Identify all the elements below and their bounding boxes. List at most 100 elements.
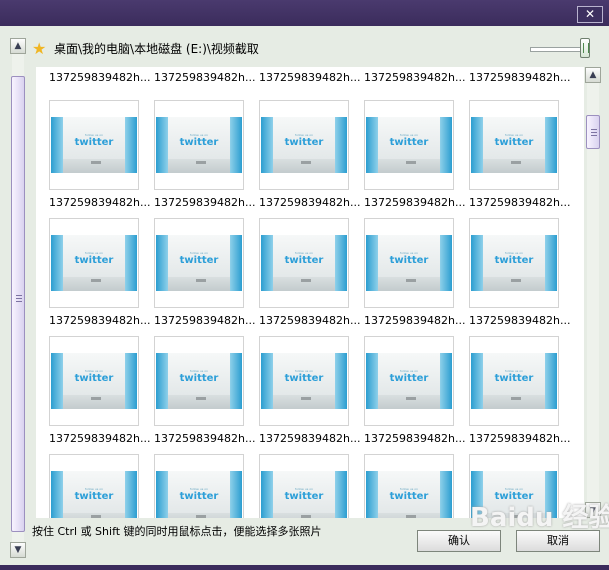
thumbnail-frame[interactable]: follow us on twitter [259, 218, 349, 308]
thumbnail-item[interactable]: follow us on twitter 137259839482h... [36, 218, 150, 336]
selection-hint: 按住 Ctrl 或 Shift 键的同时用鼠标点击，便能选择多张照片 [32, 525, 322, 538]
thumbnail-image: follow us on twitter [51, 117, 137, 173]
thumbnail-item[interactable]: follow us on twitter 137259839482h... [246, 218, 360, 336]
folder-path: 桌面\我的电脑\本地磁盘 (E:)\视频截取 [54, 42, 259, 56]
thumbnail-frame[interactable]: follow us on twitter [364, 100, 454, 190]
thumbnail-item[interactable]: follow us on twitter [36, 454, 141, 518]
thumbnail-image: follow us on twitter [366, 235, 452, 291]
thumbnail-image: follow us on twitter [51, 471, 137, 518]
thumbnail-frame[interactable]: follow us on twitter [364, 454, 454, 518]
watermark: Baidu 经验 [470, 503, 609, 533]
thumbnail-caption: 137259839482h... [49, 196, 151, 209]
thumbnail-frame[interactable]: follow us on twitter [469, 100, 559, 190]
thumbnail-image: follow us on twitter [261, 471, 347, 518]
thumbnail-item[interactable]: follow us on twitter 137259839482h... [456, 100, 570, 218]
zoom-slider-track[interactable] [530, 47, 584, 52]
thumbnail-item[interactable]: follow us on twitter 137259839482h... [141, 218, 255, 336]
twitter-logo-text: twitter [179, 491, 219, 502]
thumbnail-caption: 137259839482h... [364, 432, 466, 445]
thumbnail-image: follow us on twitter [51, 235, 137, 291]
twitter-logo-text: twitter [179, 137, 219, 148]
twitter-logo-text: twitter [494, 373, 534, 384]
thumbnail-frame[interactable]: follow us on twitter [49, 218, 139, 308]
thumbnail-frame[interactable]: follow us on twitter [364, 336, 454, 426]
thumbnail-item[interactable]: follow us on twitter 137259839482h... [141, 100, 255, 218]
left-scrollbar[interactable]: ▲ ▼ [10, 38, 26, 558]
thumbnail-item[interactable]: follow us on twitter 137259839482h... [36, 336, 150, 454]
scroll-down-button[interactable]: ▼ [10, 542, 26, 558]
thumbnail-item[interactable]: 137259839482h... [351, 67, 465, 93]
thumbnail-caption: 137259839482h... [154, 432, 256, 445]
twitter-logo-text: twitter [284, 373, 324, 384]
grid-scroll-thumb[interactable] [586, 115, 600, 149]
thumbnail-item[interactable]: follow us on twitter 137259839482h... [246, 100, 360, 218]
twitter-logo-text: twitter [494, 137, 534, 148]
thumbnail-item[interactable]: follow us on twitter [141, 454, 246, 518]
thumbnail-item[interactable]: 137259839482h... [456, 67, 570, 93]
thumbnail-image: follow us on twitter [471, 353, 557, 409]
thumbnail-caption: 137259839482h... [154, 196, 256, 209]
close-icon: ✕ [584, 7, 596, 21]
zoom-slider-handle[interactable] [580, 38, 590, 58]
twitter-logo-text: twitter [389, 255, 429, 266]
thumbnail-caption: 137259839482h... [469, 314, 571, 327]
thumbnail-frame[interactable]: follow us on twitter [154, 218, 244, 308]
thumbnail-caption: 137259839482h... [259, 196, 361, 209]
thumbnail-image: follow us on twitter [366, 117, 452, 173]
thumbnail-caption: 137259839482h... [154, 71, 256, 84]
star-icon[interactable]: ★ [32, 39, 46, 58]
thumbnail-caption: 137259839482h... [154, 314, 256, 327]
thumbnail-frame[interactable]: follow us on twitter [154, 100, 244, 190]
thumbnail-item[interactable]: 137259839482h... [36, 67, 150, 93]
thumbnail-caption: 137259839482h... [364, 314, 466, 327]
twitter-logo-text: twitter [494, 255, 534, 266]
thumbnail-image: follow us on twitter [366, 353, 452, 409]
scroll-thumb[interactable] [11, 76, 25, 532]
thumbnail-caption: 137259839482h... [259, 71, 361, 84]
thumbnail-caption: 137259839482h... [469, 196, 571, 209]
thumbnail-frame[interactable]: follow us on twitter [469, 336, 559, 426]
thumbnail-item[interactable]: 137259839482h... [141, 67, 255, 93]
grid-scroll-up-button[interactable]: ▲ [585, 67, 601, 83]
thumbnail-item[interactable]: follow us on twitter 137259839482h... [456, 336, 570, 454]
twitter-logo-text: twitter [179, 255, 219, 266]
twitter-logo-text: twitter [284, 491, 324, 502]
thumbnail-image: follow us on twitter [156, 471, 242, 518]
thumbnail-item[interactable]: follow us on twitter [246, 454, 351, 518]
thumbnail-item[interactable]: follow us on twitter 137259839482h... [456, 218, 570, 336]
twitter-logo-text: twitter [389, 373, 429, 384]
grid-scrollbar[interactable]: ▲ ▼ [585, 67, 601, 518]
path-bar: ★ 桌面\我的电脑\本地磁盘 (E:)\视频截取 [32, 37, 602, 59]
thumbnail-caption: 137259839482h... [469, 432, 571, 445]
thumbnail-image: follow us on twitter [156, 353, 242, 409]
thumbnail-frame[interactable]: follow us on twitter [259, 454, 349, 518]
thumbnail-caption: 137259839482h... [364, 71, 466, 84]
cancel-button[interactable]: 取消 [516, 530, 600, 552]
thumbnail-item[interactable]: follow us on twitter 137259839482h... [246, 336, 360, 454]
thumbnail-item[interactable]: follow us on twitter 137259839482h... [36, 100, 150, 218]
thumbnail-frame[interactable]: follow us on twitter [259, 100, 349, 190]
thumbnail-frame[interactable]: follow us on twitter [469, 218, 559, 308]
thumbnail-frame[interactable]: follow us on twitter [154, 454, 244, 518]
thumbnail-frame[interactable]: follow us on twitter [154, 336, 244, 426]
twitter-logo-text: twitter [74, 137, 114, 148]
scroll-up-button[interactable]: ▲ [10, 38, 26, 54]
thumbnail-frame[interactable]: follow us on twitter [364, 218, 454, 308]
thumbnail-frame[interactable]: follow us on twitter [49, 100, 139, 190]
twitter-logo-text: twitter [284, 137, 324, 148]
thumbnail-item[interactable]: follow us on twitter 137259839482h... [141, 336, 255, 454]
thumbnail-item[interactable]: follow us on twitter 137259839482h... [351, 336, 465, 454]
thumbnail-image: follow us on twitter [366, 471, 452, 518]
thumbnail-item[interactable]: follow us on twitter 137259839482h... [351, 218, 465, 336]
close-button[interactable]: ✕ [577, 6, 603, 23]
thumbnail-caption: 137259839482h... [259, 314, 361, 327]
thumbnail-item[interactable]: follow us on twitter [351, 454, 456, 518]
thumbnail-image: follow us on twitter [261, 117, 347, 173]
thumbnail-item[interactable]: 137259839482h... [246, 67, 360, 93]
thumbnail-frame[interactable]: follow us on twitter [259, 336, 349, 426]
thumbnail-frame[interactable]: follow us on twitter [49, 454, 139, 518]
thumbnail-frame[interactable]: follow us on twitter [49, 336, 139, 426]
thumbnail-caption: 137259839482h... [364, 196, 466, 209]
ok-button[interactable]: 确认 [417, 530, 501, 552]
thumbnail-item[interactable]: follow us on twitter 137259839482h... [351, 100, 465, 218]
